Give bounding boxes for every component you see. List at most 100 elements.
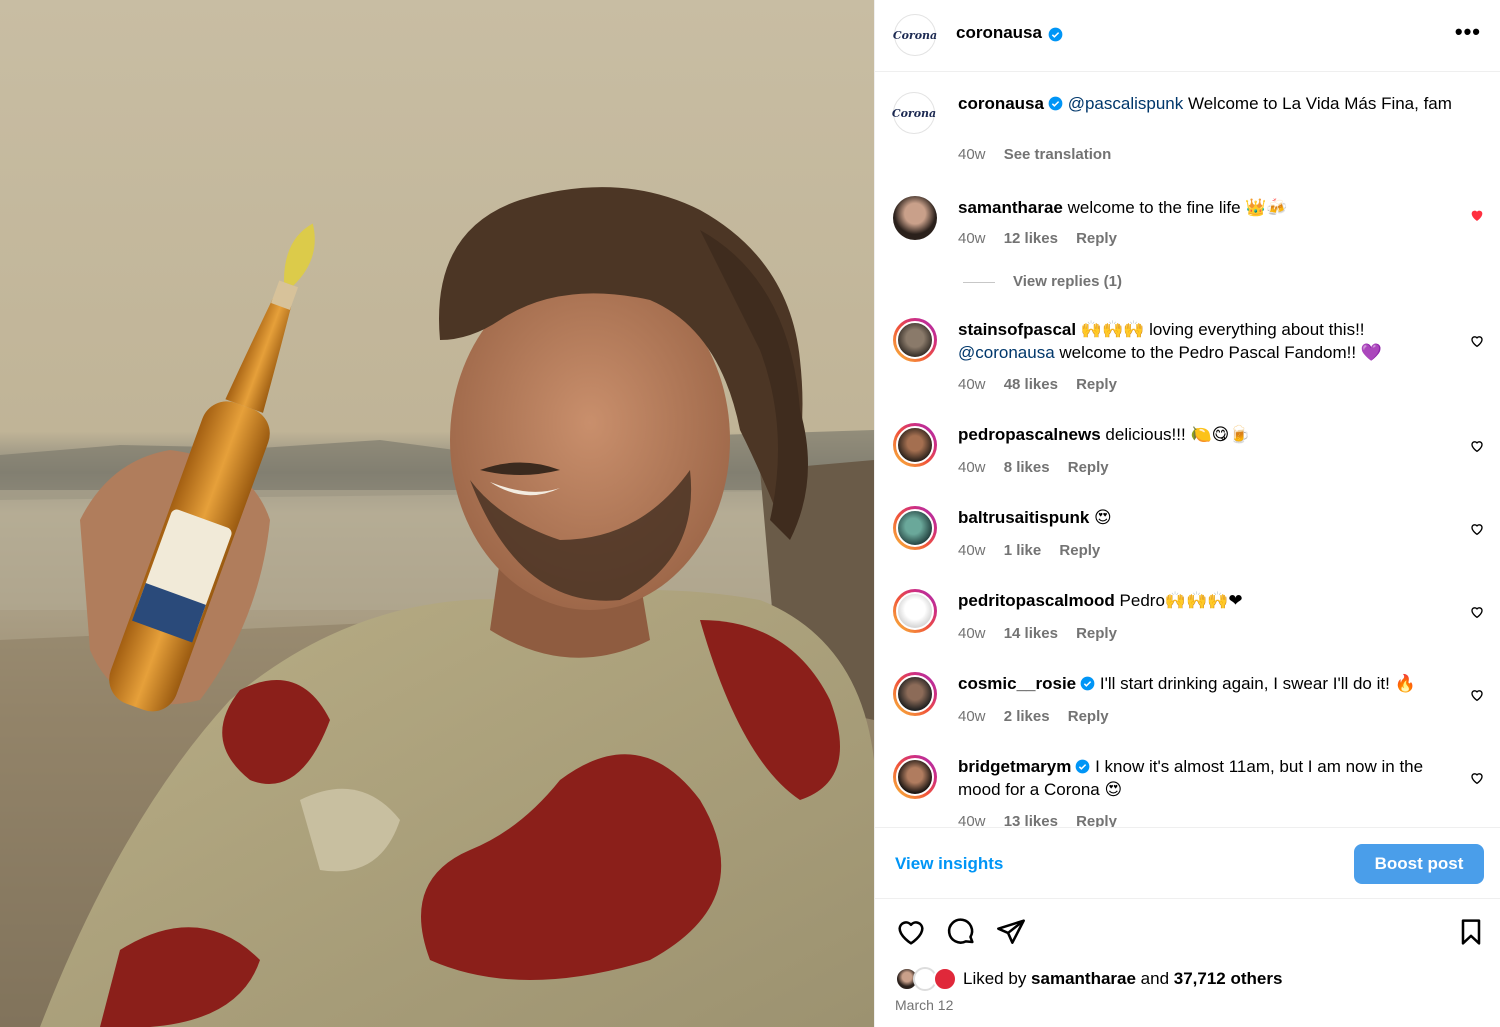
commenter-avatar [896, 509, 934, 547]
liked-by-prefix: Liked by [963, 969, 1032, 988]
comment-text: 🙌🙌🙌 loving everything about this!! [1080, 320, 1365, 339]
comment-likes[interactable]: 14 likes [1004, 625, 1058, 642]
post-image[interactable] [0, 0, 874, 1027]
commenter-avatar [896, 758, 934, 796]
author-username[interactable]: coronausa [956, 23, 1042, 43]
comment-likes[interactable]: 13 likes [1004, 813, 1058, 827]
corona-logo-text: Corona [891, 106, 937, 120]
verified-badge-icon [1080, 676, 1095, 691]
caption-mention[interactable]: @pascalispunk [1068, 94, 1184, 113]
comment-username[interactable]: baltrusaitispunk [958, 508, 1089, 527]
verified-badge-icon [1048, 96, 1063, 111]
like-heart-icon[interactable] [895, 916, 927, 948]
corona-logo-text: Corona [892, 28, 938, 42]
caption-meta: 40w See translation [958, 146, 1111, 163]
see-translation-link[interactable]: See translation [1004, 146, 1112, 163]
comment-reply-button[interactable]: Reply [1076, 230, 1117, 247]
comment-reply-button[interactable]: Reply [1068, 708, 1109, 725]
comment-username[interactable]: bridgetmarym [958, 757, 1071, 776]
view-insights-link[interactable]: View insights [895, 854, 1003, 874]
boost-post-button[interactable]: Boost post [1354, 844, 1484, 884]
commenter-avatar [896, 592, 934, 630]
comment-meta: 40w 8 likes Reply [958, 459, 1109, 476]
comment-meta: 40w 13 likes Reply [958, 813, 1117, 827]
liked-by-and: and [1135, 969, 1174, 988]
caption-time[interactable]: 40w [958, 146, 986, 163]
comment-text: Pedro🙌🙌🙌❤ [1119, 591, 1243, 610]
comment-likes[interactable]: 8 likes [1004, 459, 1050, 476]
comment-likes[interactable]: 12 likes [1004, 230, 1058, 247]
comment-time[interactable]: 40w [958, 542, 986, 559]
comment-mention[interactable]: @coronausa [958, 343, 1055, 362]
comment-bubble-icon[interactable] [945, 916, 977, 948]
liked-by-others[interactable]: 37,712 others [1174, 969, 1283, 988]
heart-icon[interactable] [1469, 438, 1485, 454]
view-replies-button[interactable]: View replies (1) [963, 273, 1122, 290]
comment-meta: 40w 12 likes Reply [958, 230, 1117, 247]
comment-likes[interactable]: 1 like [1004, 542, 1042, 559]
comment-time[interactable]: 40w [958, 376, 986, 393]
comment-username[interactable]: samantharae [958, 198, 1063, 217]
verified-badge-icon [1076, 759, 1090, 774]
commenter-avatar-story-ring[interactable] [893, 318, 937, 362]
comment-text-continued: welcome to the Pedro Pascal Fandom!! 💜 [1054, 343, 1382, 362]
comment-username[interactable]: pedritopascalmood [958, 591, 1115, 610]
verified-badge-icon [1048, 27, 1063, 42]
comments-list[interactable]: Corona coronausa @pascalispunk Welcome t… [875, 73, 1500, 827]
comment-username[interactable]: stainsofpascal [958, 320, 1076, 339]
post-photo-illustration [0, 0, 874, 1027]
post-date[interactable]: March 12 [895, 997, 953, 1013]
comment-username[interactable]: cosmic__rosie [958, 674, 1076, 693]
post-actions-bar [875, 912, 1500, 952]
heart-icon[interactable] [1469, 333, 1485, 349]
comment-time[interactable]: 40w [958, 813, 986, 827]
heart-icon[interactable] [1469, 687, 1485, 703]
heart-icon[interactable] [1469, 521, 1485, 537]
comment-text: welcome to the fine life 👑🍻 [1067, 198, 1288, 217]
comment-meta: 40w 14 likes Reply [958, 625, 1117, 642]
comment-likes[interactable]: 48 likes [1004, 376, 1058, 393]
commenter-avatar-story-ring[interactable] [893, 672, 937, 716]
caption-body: Welcome to La Vida Más Fina, fam [1183, 94, 1452, 113]
commenter-avatar [896, 426, 934, 464]
insights-bar: View insights Boost post [875, 827, 1500, 899]
comment-reply-button[interactable]: Reply [1076, 813, 1117, 827]
comment-reply-button[interactable]: Reply [1068, 459, 1109, 476]
liker-avatar[interactable] [933, 967, 957, 991]
commenter-avatar-story-ring[interactable] [893, 423, 937, 467]
post-details-panel: Corona coronausa ••• Corona coronausa @p… [874, 0, 1500, 1027]
heart-icon[interactable] [1469, 604, 1485, 620]
comment-time[interactable]: 40w [958, 459, 986, 476]
comment-meta: 40w 2 likes Reply [958, 708, 1109, 725]
comment-meta: 40w 48 likes Reply [958, 376, 1117, 393]
comment-text: I'll start drinking again, I swear I'll … [1099, 674, 1416, 693]
comment-time[interactable]: 40w [958, 230, 986, 247]
caption-text: coronausa @pascalispunk Welcome to La Vi… [958, 92, 1453, 115]
likes-summary: Liked by samantharae and 37,712 others [895, 967, 1495, 993]
comment-reply-button[interactable]: Reply [1076, 376, 1117, 393]
save-bookmark-icon[interactable] [1455, 916, 1487, 948]
caption-author-avatar[interactable]: Corona [891, 92, 937, 134]
commenter-avatar-story-ring[interactable] [893, 589, 937, 633]
author-avatar[interactable]: Corona [892, 14, 938, 56]
commenter-avatar [896, 675, 934, 713]
share-send-icon[interactable] [995, 916, 1027, 948]
comment-text: delicious!!! 🍋😋🍺 [1105, 425, 1251, 444]
caption-username[interactable]: coronausa [958, 94, 1044, 113]
commenter-avatar-story-ring[interactable] [893, 755, 937, 799]
comment-reply-button[interactable]: Reply [1076, 625, 1117, 642]
liked-by-text: Liked by samantharae and 37,712 others [963, 969, 1282, 989]
liked-heart-icon[interactable] [1469, 207, 1485, 223]
comment-reply-button[interactable]: Reply [1059, 542, 1100, 559]
comment-time[interactable]: 40w [958, 625, 986, 642]
more-options-icon[interactable]: ••• [1455, 21, 1481, 43]
comment-likes[interactable]: 2 likes [1004, 708, 1050, 725]
commenter-avatar-story-ring[interactable] [893, 506, 937, 550]
heart-icon[interactable] [1469, 770, 1485, 786]
commenter-avatar [896, 321, 934, 359]
liked-by-user[interactable]: samantharae [1031, 969, 1136, 988]
replies-divider-line [963, 281, 995, 283]
comment-username[interactable]: pedropascalnews [958, 425, 1101, 444]
commenter-avatar[interactable] [893, 196, 937, 240]
comment-time[interactable]: 40w [958, 708, 986, 725]
